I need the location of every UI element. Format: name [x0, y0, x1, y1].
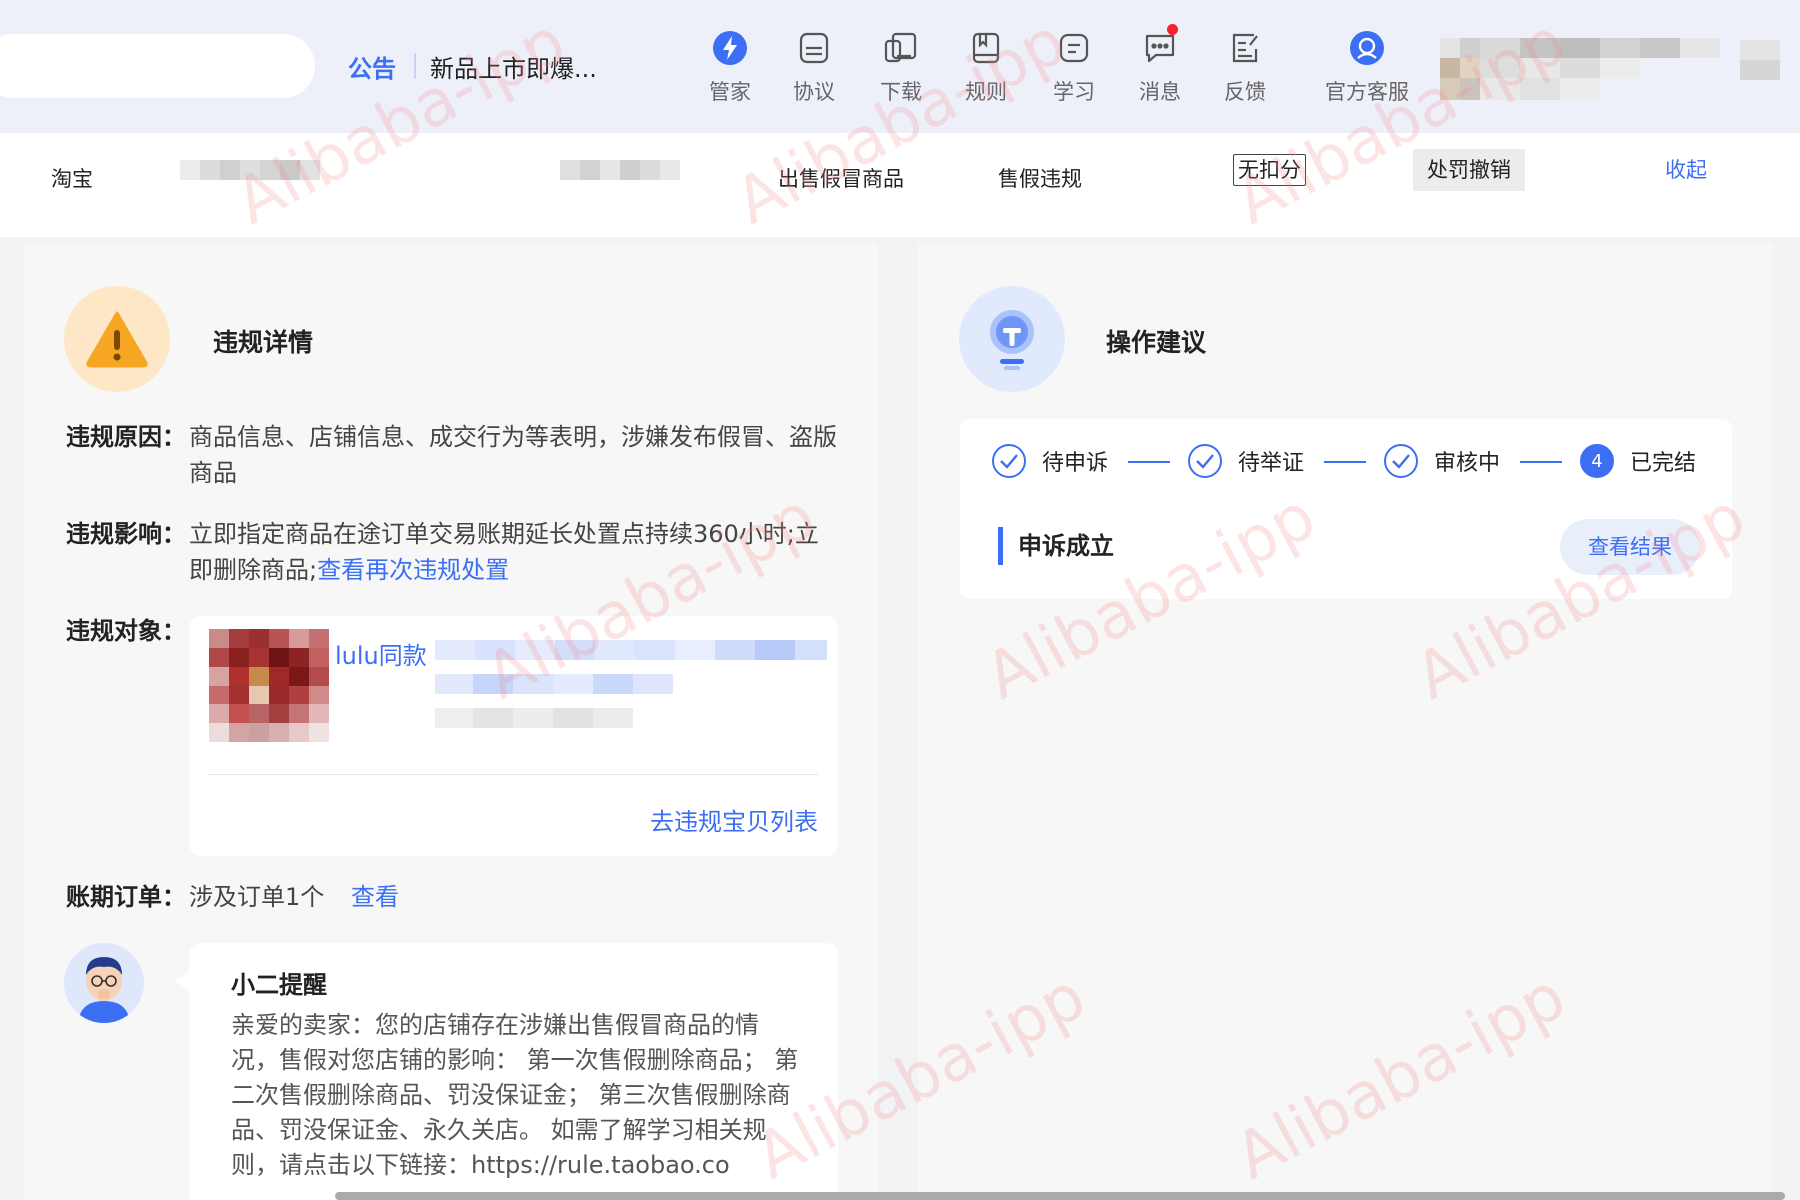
step-connector: [1324, 461, 1366, 463]
appeal-result-title: 申诉成立: [1018, 532, 1114, 560]
step-number-badge: 4: [1580, 444, 1614, 478]
nav-label: 官方客服: [1325, 80, 1409, 104]
violation-object-card: lulu同款 去违规宝贝列表: [189, 616, 838, 856]
no-deduct-badge: 无扣分: [1233, 154, 1306, 186]
step-connector: [1520, 461, 1562, 463]
result-accent-bar: [998, 527, 1003, 565]
nav-item-rules[interactable]: 规则: [944, 28, 1028, 108]
download-icon: [881, 28, 921, 68]
repeat-violation-link[interactable]: 查看再次违规处置: [317, 556, 509, 584]
nav-label: 反馈: [1224, 80, 1266, 104]
top-header: 公告 新品上市即爆... 管家 协议 下载 规则 学习 消息 反馈 官方客服: [0, 0, 1800, 133]
nav-item-learn[interactable]: 学习: [1032, 28, 1116, 108]
detail-title: 违规详情: [213, 328, 314, 357]
feedback-icon: [1225, 28, 1265, 68]
violation-summary-bar: 淘宝 出售假冒商品 售假违规: [0, 133, 1800, 237]
violation-category: 售假违规: [998, 167, 1082, 191]
nav-label: 协议: [793, 80, 835, 104]
user-info-blurred[interactable]: [1440, 38, 1720, 100]
violation-items-link[interactable]: 去违规宝贝列表: [650, 802, 818, 837]
message-icon: [1140, 24, 1180, 68]
blurred-id: [180, 160, 320, 180]
product-thumbnail[interactable]: [209, 629, 329, 742]
nav-label: 规则: [965, 80, 1007, 104]
violation-detail-panel: 违规详情 违规原因： 商品信息、店铺信息、成交行为等表明，涉嫌发布假冒、盗版商品…: [24, 243, 878, 1200]
lightbulb-icon: [959, 286, 1065, 392]
product-title[interactable]: lulu同款: [335, 636, 427, 671]
reminder-bubble: 小二提醒 亲爱的卖家：您的店铺存在涉嫌出售假冒商品的情况，售假对您店铺的影响： …: [175, 943, 838, 1200]
nav-item-feedback[interactable]: 反馈: [1203, 28, 1287, 108]
nav-item-download[interactable]: 下载: [859, 28, 943, 108]
announcement-text[interactable]: 新品上市即爆...: [430, 49, 597, 84]
object-label: 违规对象：: [66, 617, 186, 645]
search-input[interactable]: [0, 34, 315, 98]
order-label: 账期订单：: [66, 883, 186, 911]
nav-label: 学习: [1053, 80, 1095, 104]
check-icon: [992, 444, 1026, 478]
horizontal-scrollbar[interactable]: [335, 1192, 1785, 1200]
step-pending-appeal: 待申诉: [992, 441, 1108, 481]
agreement-icon: [794, 28, 834, 68]
rules-book-icon: [966, 28, 1006, 68]
check-icon: [1384, 444, 1418, 478]
violation-type: 出售假冒商品: [778, 167, 904, 191]
blurred-product-name: [435, 640, 827, 728]
collapse-link[interactable]: 收起: [1665, 149, 1707, 191]
step-reviewing: 审核中: [1384, 441, 1500, 481]
view-orders-link[interactable]: 查看: [351, 879, 399, 915]
customer-service-avatar: [64, 943, 144, 1023]
violation-impact: 违规影响： 立即指定商品在途订单交易账期延长处置点持续360小时;立即删除商品;…: [66, 516, 866, 596]
impact-value-wrap: 立即指定商品在途订单交易账期延长处置点持续360小时;立即删除商品;查看再次违规…: [189, 516, 839, 588]
customer-service-icon: [1347, 28, 1387, 68]
user-avatar-blurred[interactable]: [1740, 40, 1780, 80]
announcement-tag: 公告: [348, 54, 396, 83]
step-label: 已完结: [1630, 451, 1697, 476]
unread-dot: [1167, 24, 1178, 35]
reason-value: 商品信息、店铺信息、成交行为等表明，涉嫌发布假冒、盗版商品: [189, 423, 837, 487]
billing-orders: 账期订单： 涉及订单1个 查看: [66, 879, 866, 919]
blurred-date: [560, 160, 680, 180]
platform-label: 淘宝: [51, 167, 93, 191]
warning-icon: [64, 286, 170, 392]
step-pending-evidence: 待举证: [1188, 441, 1304, 481]
step-label: 审核中: [1434, 451, 1501, 476]
announcement-divider: [414, 53, 416, 79]
impact-label: 违规影响：: [66, 520, 186, 548]
nav-label: 下载: [880, 80, 922, 104]
penalty-status-badge: 处罚撤销: [1413, 149, 1525, 191]
step-label: 待举证: [1238, 451, 1305, 476]
violation-reason: 违规原因： 商品信息、店铺信息、成交行为等表明，涉嫌发布假冒、盗版商品: [66, 419, 866, 499]
nav-item-agreement[interactable]: 协议: [772, 28, 856, 108]
check-icon: [1188, 444, 1222, 478]
reason-label: 违规原因：: [66, 423, 186, 451]
step-completed: 4 已完结: [1580, 441, 1696, 481]
order-value: 涉及订单1个: [189, 883, 325, 911]
reminder-title: 小二提醒: [231, 971, 327, 999]
advice-title: 操作建议: [1106, 328, 1207, 357]
lightning-icon: [710, 28, 750, 68]
nav-item-manager[interactable]: 管家: [688, 28, 772, 108]
view-result-button[interactable]: 查看结果: [1560, 519, 1700, 575]
nav-item-customer-service[interactable]: 官方客服: [1312, 28, 1422, 108]
nav-label: 管家: [709, 80, 751, 104]
card-divider: [209, 774, 818, 775]
operation-advice-panel: 操作建议 待申诉 待举证 审核中 4 已完结 申诉成立 查看结果: [918, 243, 1772, 1200]
learn-icon: [1054, 28, 1094, 68]
appeal-progress-card: 待申诉 待举证 审核中 4 已完结 申诉成立 查看结果: [960, 419, 1732, 599]
step-label: 待申诉: [1042, 451, 1109, 476]
step-connector: [1128, 461, 1170, 463]
announcement[interactable]: 公告 新品上市即爆...: [348, 46, 597, 86]
nav-item-message[interactable]: 消息: [1118, 24, 1202, 108]
reminder-text: 亲爱的卖家：您的店铺存在涉嫌出售假冒商品的情况，售假对您店铺的影响： 第一次售假…: [231, 1011, 799, 1179]
nav-label: 消息: [1139, 80, 1181, 104]
